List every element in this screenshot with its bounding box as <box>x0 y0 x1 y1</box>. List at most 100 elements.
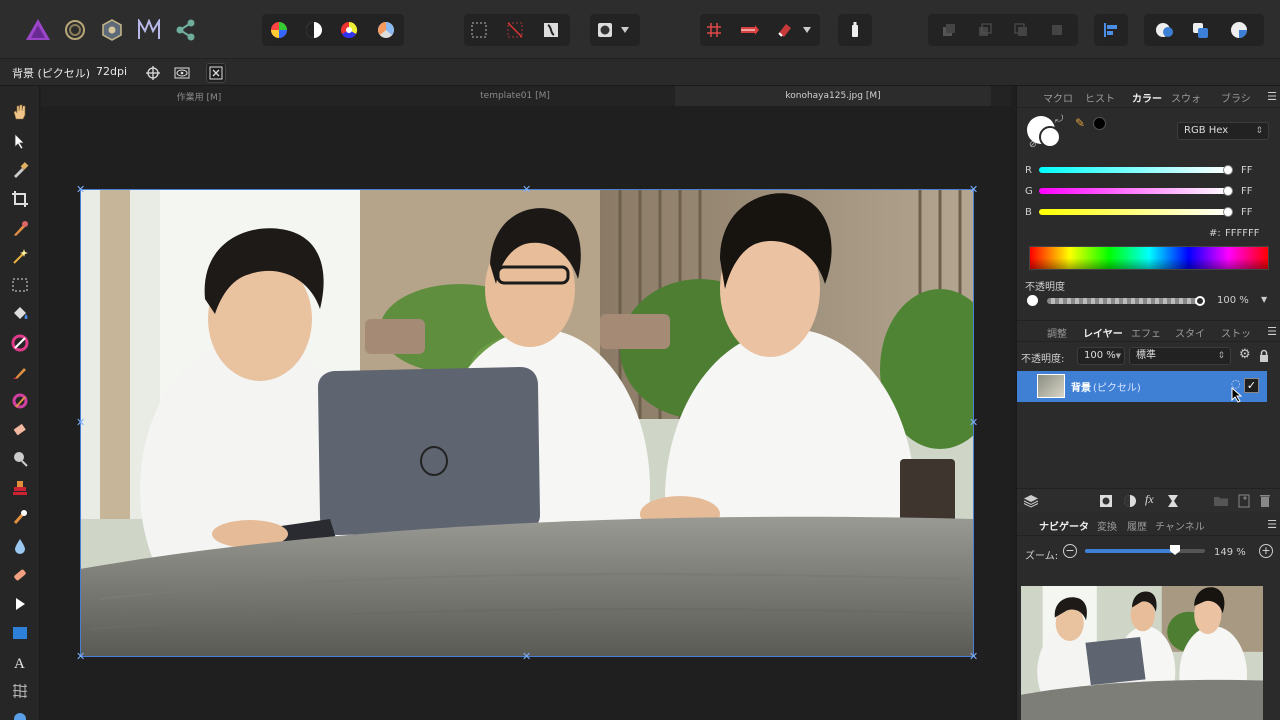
zoom-out-icon[interactable]: − <box>1063 544 1077 558</box>
select-all-icon[interactable] <box>465 16 493 44</box>
move-to-back-icon[interactable] <box>935 16 963 44</box>
tab-color[interactable]: カラー <box>1132 90 1162 105</box>
gradient-tool-icon[interactable] <box>8 331 32 355</box>
g-slider-track[interactable] <box>1039 188 1229 194</box>
b-value[interactable]: FF <box>1241 207 1253 218</box>
clone-tool-icon[interactable] <box>8 476 32 500</box>
resize-handle-top-right[interactable]: ✕ <box>969 184 978 195</box>
r-value[interactable]: FF <box>1241 165 1253 176</box>
zoom-slider-knob[interactable] <box>1169 544 1181 556</box>
zoom-value[interactable]: 149 % <box>1214 547 1246 558</box>
photo-persona-icon[interactable] <box>24 16 52 44</box>
flood-select-tool-icon[interactable] <box>8 244 32 268</box>
no-color-icon[interactable]: ⊘ <box>1029 140 1037 150</box>
opacity-value[interactable]: 100 % <box>1217 295 1249 306</box>
live-filter-icon[interactable] <box>1167 494 1179 508</box>
black-white-icon[interactable] <box>300 16 328 44</box>
document-canvas[interactable]: ✕ ✕ ✕ ✕ ✕ ✕ ✕ ✕ <box>41 106 1011 720</box>
layer-opacity-select[interactable]: 100 % ▼ <box>1077 347 1125 365</box>
tab-styles[interactable]: スタイ <box>1175 325 1205 340</box>
tab-layers[interactable]: レイヤー <box>1083 325 1123 340</box>
resize-handle-bottom-left[interactable]: ✕ <box>76 651 85 662</box>
view-eye-icon[interactable] <box>172 63 192 83</box>
magnet-icon[interactable] <box>771 16 799 44</box>
swap-colors-icon[interactable]: ⤾ <box>1055 114 1063 125</box>
layers-panel-menu-icon[interactable]: ☰ <box>1267 325 1277 338</box>
b-slider-track[interactable] <box>1039 209 1229 215</box>
tab-adjustments[interactable]: 調整 <box>1047 325 1067 340</box>
delete-layer-icon[interactable] <box>1259 493 1271 508</box>
zoom-tool-icon[interactable] <box>8 706 32 720</box>
text-tool-icon[interactable]: A <box>8 650 32 674</box>
tab-transform[interactable]: 変換 <box>1097 518 1117 533</box>
fx-icon[interactable]: fx <box>1145 492 1154 507</box>
invert-selection-icon[interactable] <box>537 16 565 44</box>
tab-stock[interactable]: ストッ <box>1221 325 1251 340</box>
inpainting-tool-icon[interactable] <box>8 563 32 587</box>
assistant-manager-icon[interactable] <box>841 16 869 44</box>
crop-tool-icon[interactable] <box>8 187 32 211</box>
g-slider-knob[interactable] <box>1223 186 1233 196</box>
mask-dropdown-icon[interactable] <box>618 16 632 44</box>
resize-handle-top[interactable]: ✕ <box>522 184 531 195</box>
export-persona-icon[interactable] <box>172 16 200 44</box>
stroke-color-well[interactable] <box>1039 126 1061 148</box>
marquee-tool-icon[interactable] <box>8 273 32 297</box>
lock-icon[interactable] <box>1259 349 1269 362</box>
tab-macro[interactable]: マクロ <box>1043 90 1073 105</box>
navigator-preview[interactable] <box>1021 586 1263 720</box>
transform-origin-icon[interactable] <box>143 63 163 83</box>
move-to-front-icon[interactable] <box>1043 16 1071 44</box>
develop-persona-icon[interactable] <box>98 16 126 44</box>
liquify-persona-icon[interactable] <box>61 16 89 44</box>
new-layer-icon[interactable] <box>1237 493 1251 508</box>
tone-mapping-persona-icon[interactable] <box>135 16 163 44</box>
layer-visibility-checkbox[interactable]: ✓ <box>1244 378 1259 393</box>
mask-layer-icon[interactable] <box>1099 494 1113 508</box>
hsl-icon[interactable] <box>335 16 363 44</box>
zoom-slider-track[interactable] <box>1085 549 1205 553</box>
g-value[interactable]: FF <box>1241 186 1253 197</box>
opacity-slider-track[interactable] <box>1047 298 1203 304</box>
tab-history[interactable]: 履歴 <box>1127 518 1147 533</box>
hex-value[interactable]: FFFFFF <box>1225 228 1260 239</box>
white-balance-icon[interactable] <box>372 16 400 44</box>
tab-navigator[interactable]: ナビゲータ <box>1039 518 1089 533</box>
intersect-operation-icon[interactable] <box>1225 16 1253 44</box>
paint-brush-tool-icon[interactable] <box>8 360 32 384</box>
selection-brush-tool-icon[interactable] <box>8 216 32 240</box>
resize-handle-bottom[interactable]: ✕ <box>522 651 531 662</box>
r-slider-knob[interactable] <box>1223 165 1233 175</box>
picked-color-swatch[interactable] <box>1093 117 1106 130</box>
resize-handle-top-left[interactable]: ✕ <box>76 184 85 195</box>
tab-working-doc[interactable]: 作業用 [M] <box>41 86 357 106</box>
color-replacement-tool-icon[interactable] <box>8 389 32 413</box>
blur-brush-tool-icon[interactable] <box>8 534 32 558</box>
opacity-dropdown-icon[interactable]: ▼ <box>1261 295 1267 304</box>
new-group-icon[interactable] <box>1213 494 1229 507</box>
erase-tool-icon[interactable] <box>8 418 32 442</box>
flood-fill-tool-icon[interactable] <box>8 302 32 326</box>
zoom-in-icon[interactable]: + <box>1259 544 1273 558</box>
hand-tool-icon[interactable] <box>8 100 32 124</box>
tab-template01[interactable]: template01 [M] <box>357 86 673 106</box>
resize-handle-bottom-right[interactable]: ✕ <box>969 651 978 662</box>
color-mode-select[interactable]: RGB Hex ⇕ <box>1177 122 1269 140</box>
tab-effects[interactable]: エフェ <box>1131 325 1161 340</box>
dodge-tool-icon[interactable] <box>8 447 32 471</box>
rectangle-tool-icon[interactable] <box>8 621 32 645</box>
r-slider-track[interactable] <box>1039 167 1229 173</box>
blend-mode-select[interactable]: 標準 ⇕ <box>1129 347 1231 365</box>
quick-mask-icon[interactable] <box>591 16 619 44</box>
tab-brushes[interactable]: ブラシ <box>1221 90 1251 105</box>
color-picker-tool-icon[interactable] <box>8 158 32 182</box>
deselect-icon[interactable] <box>501 16 529 44</box>
resize-handle-right[interactable]: ✕ <box>969 417 978 428</box>
snapping-dropdown-icon[interactable] <box>799 16 815 44</box>
spectrum-picker[interactable] <box>1029 246 1269 270</box>
tab-histogram[interactable]: ヒスト <box>1085 90 1115 105</box>
resize-handle-left[interactable]: ✕ <box>76 417 85 428</box>
layer-row-background[interactable]: 背景 (ピクセル) ◌ ✓ <box>1017 371 1267 403</box>
grid-icon[interactable] <box>700 16 728 44</box>
tab-channels[interactable]: チャンネル <box>1155 518 1205 533</box>
